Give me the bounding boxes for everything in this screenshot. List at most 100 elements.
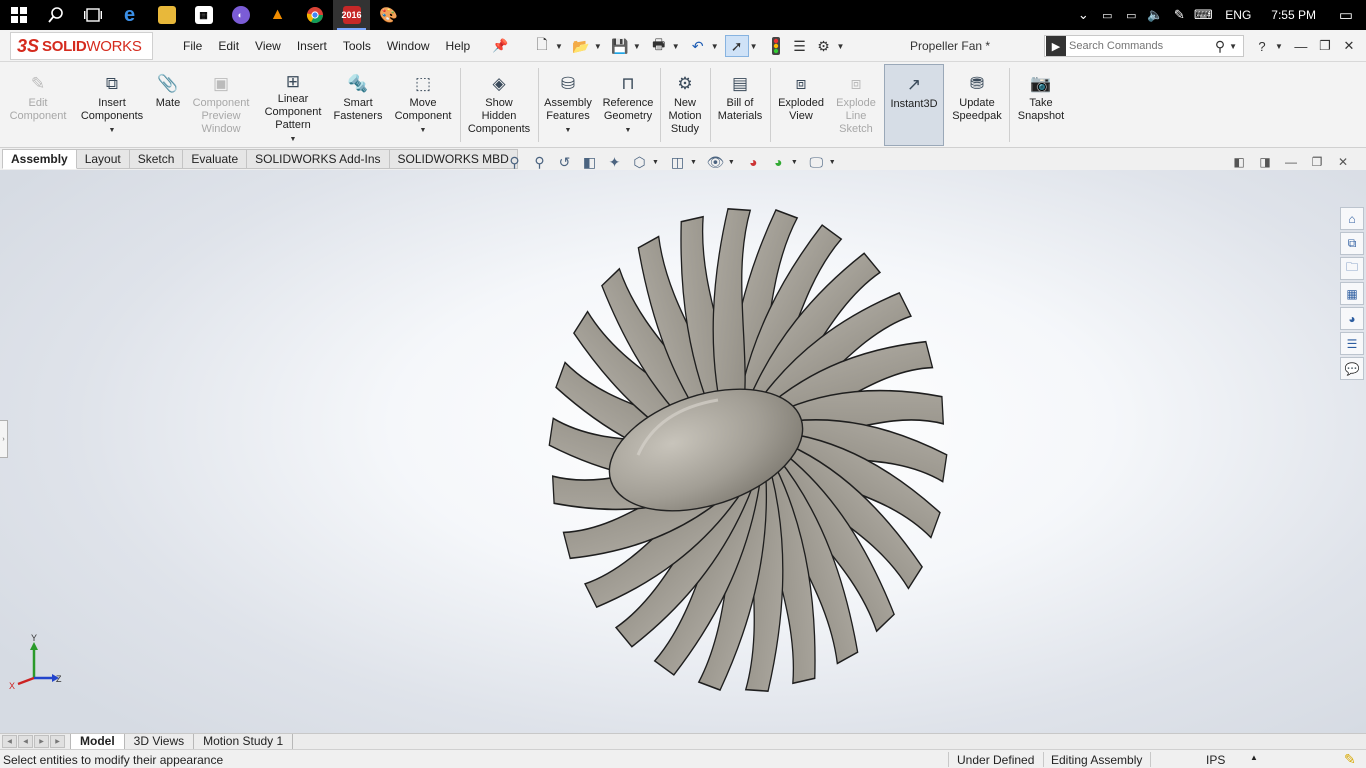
open-folder-icon[interactable]: 📂 (569, 35, 593, 57)
linear-component-pattern-button[interactable]: ⊞ Linear Component Pattern ▼ (258, 64, 328, 146)
chevron-down-icon[interactable]: ▼ (690, 159, 697, 166)
design-library-icon[interactable]: ⧉ (1340, 232, 1364, 255)
next-tab-arrow-icon[interactable]: ▶ (34, 735, 49, 748)
chevron-down-icon[interactable]: ▼ (565, 124, 572, 137)
help-button[interactable]: ? (1250, 39, 1274, 54)
view-orientation-icon[interactable]: ⬡ (627, 152, 652, 172)
propeller-fan-model[interactable] (548, 200, 968, 700)
expand-right-panel-icon[interactable]: ◨ (1252, 155, 1278, 169)
save-icon[interactable]: 💾 (608, 35, 632, 57)
search-commands-input[interactable] (1069, 40, 1212, 52)
smart-fasteners-button[interactable]: 🔩 Smart Fasteners (330, 64, 386, 146)
unit-system[interactable]: IPS (1206, 753, 1225, 767)
clock[interactable]: 7:55 PM (1261, 8, 1326, 22)
chevron-down-icon[interactable]: ▼ (837, 42, 845, 51)
tab-sketch[interactable]: Sketch (129, 149, 184, 169)
prev-tab-arrow-icon[interactable]: ◀ (18, 735, 33, 748)
exploded-view-button[interactable]: ⧈ Exploded View (772, 64, 830, 146)
search-icon[interactable] (37, 0, 74, 30)
view-palette-icon[interactable]: ▦ (1340, 282, 1364, 305)
select-cursor-icon[interactable]: ➚ (724, 35, 749, 57)
explode-line-sketch-button[interactable]: ⧈ Explode Line Sketch (830, 64, 882, 146)
dynamic-annotation-icon[interactable]: ✦ (602, 152, 627, 172)
tab-model[interactable]: Model (70, 734, 125, 749)
edit-component-button[interactable]: ✎ Edit Component (6, 64, 70, 146)
windows-start-icon[interactable] (0, 0, 37, 30)
feature-manager-collapse-handle[interactable]: › (0, 420, 8, 458)
custom-properties-icon[interactable]: ☰ (1340, 332, 1364, 355)
move-component-button[interactable]: ⬚ Move Component ▼ (390, 64, 456, 146)
chevron-down-icon[interactable]: ▼ (290, 133, 297, 146)
reference-geometry-button[interactable]: ⊓ Reference Geometry ▼ (598, 64, 658, 146)
close-icon[interactable]: ✕ (1337, 38, 1361, 54)
appearances-icon[interactable]: ◕ (1340, 307, 1364, 330)
menu-insert[interactable]: Insert (289, 39, 335, 53)
volume-icon[interactable]: 🔈 (1143, 0, 1167, 30)
take-snapshot-button[interactable]: 📷 Take Snapshot (1012, 64, 1070, 146)
solidworks-2016-icon[interactable]: 2016 (333, 0, 370, 30)
chevron-down-icon[interactable]: ▼ (1229, 42, 1237, 51)
chevron-down-icon[interactable]: ▼ (711, 42, 719, 51)
network-warning-icon[interactable]: ▭ (1095, 0, 1119, 30)
chevron-down-icon[interactable]: ▼ (109, 124, 116, 137)
menu-edit[interactable]: Edit (210, 39, 247, 53)
options-gear-icon[interactable]: ⚙ (812, 35, 836, 57)
restore-icon[interactable]: ❐ (1313, 38, 1337, 54)
edit-appearance-icon[interactable]: ◕ (741, 152, 766, 172)
new-document-icon[interactable]: 🗋 (530, 35, 554, 57)
chevron-down-icon[interactable]: ▼ (633, 42, 641, 51)
file-explorer-folder-icon[interactable]: 🗀 (1340, 257, 1364, 280)
view-settings-monitor-icon[interactable]: 🖵 (804, 152, 829, 172)
edge-icon[interactable]: e (111, 0, 148, 30)
menu-file[interactable]: File (175, 39, 210, 53)
tab-solidworks-mbd[interactable]: SOLIDWORKS MBD (389, 149, 518, 169)
chevron-down-icon[interactable]: ▼ (555, 42, 563, 51)
hide-show-items-icon[interactable]: 👁 (703, 152, 728, 172)
instant3d-button[interactable]: ↗ Instant3D (884, 64, 944, 146)
menu-view[interactable]: View (247, 39, 289, 53)
section-view-icon[interactable]: ◧ (577, 152, 602, 172)
new-motion-study-button[interactable]: ⚙ New Motion Study (662, 64, 708, 146)
forum-icon[interactable]: 💬 (1340, 357, 1364, 380)
chevron-down-icon[interactable]: ▼ (829, 159, 836, 166)
chevron-down-icon[interactable]: ▼ (728, 159, 735, 166)
pen-icon[interactable]: ✎ (1167, 0, 1191, 30)
show-hidden-components-button[interactable]: ◈ Show Hidden Components (464, 64, 534, 146)
solidworks-resources-home-icon[interactable]: ⌂ (1340, 207, 1364, 230)
minimize-icon[interactable]: — (1289, 39, 1313, 54)
tab-solidworks-add-ins[interactable]: SOLIDWORKS Add-Ins (247, 149, 390, 169)
restore-icon[interactable]: ❐ (1304, 155, 1330, 169)
assembly-features-button[interactable]: ⛁ Assembly Features ▼ (540, 64, 596, 146)
component-preview-window-button[interactable]: ▣ Component Preview Window (188, 64, 254, 146)
bill-of-materials-button[interactable]: ▤ Bill of Materials (712, 64, 768, 146)
chevron-up-icon[interactable]: ▲ (1250, 753, 1258, 762)
app-icon[interactable]: ◐ (222, 0, 259, 30)
chevron-down-icon[interactable]: ▼ (750, 42, 758, 51)
rebuild-traffic-light-icon[interactable] (764, 35, 788, 57)
search-icon[interactable]: ⚲ (1212, 38, 1228, 55)
collapse-left-panel-icon[interactable]: ◧ (1226, 155, 1252, 169)
task-view-icon[interactable] (74, 0, 111, 30)
keyboard-icon[interactable]: ⌨ (1191, 0, 1215, 30)
chevron-down-icon[interactable]: ▼ (420, 124, 427, 137)
close-icon[interactable]: ✕ (1330, 155, 1356, 169)
solidworks-logo[interactable]: 3S SOLIDWORKS (10, 32, 153, 60)
file-properties-icon[interactable]: ☰ (788, 35, 812, 57)
minimize-icon[interactable]: — (1278, 155, 1304, 169)
file-explorer-icon[interactable] (148, 0, 185, 30)
menu-tools[interactable]: Tools (335, 39, 379, 53)
language-indicator[interactable]: ENG (1215, 8, 1261, 22)
zoom-to-fit-icon[interactable]: ⚲ (502, 152, 527, 172)
tab-assembly[interactable]: Assembly (2, 149, 77, 169)
search-command-icon[interactable]: ▶ (1046, 36, 1066, 56)
chevron-down-icon[interactable]: ▼ (625, 124, 632, 137)
battery-icon[interactable]: ▭ (1119, 0, 1143, 30)
menu-help[interactable]: Help (438, 39, 479, 53)
chevron-down-icon[interactable]: ▼ (1275, 42, 1283, 51)
menu-window[interactable]: Window (379, 39, 438, 53)
mate-button[interactable]: 📎 Mate (152, 64, 184, 146)
tab-evaluate[interactable]: Evaluate (183, 149, 248, 169)
store-icon[interactable]: ▦ (185, 0, 222, 30)
undo-icon[interactable]: ↶ (686, 35, 710, 57)
previous-view-icon[interactable]: ↺ (552, 152, 577, 172)
